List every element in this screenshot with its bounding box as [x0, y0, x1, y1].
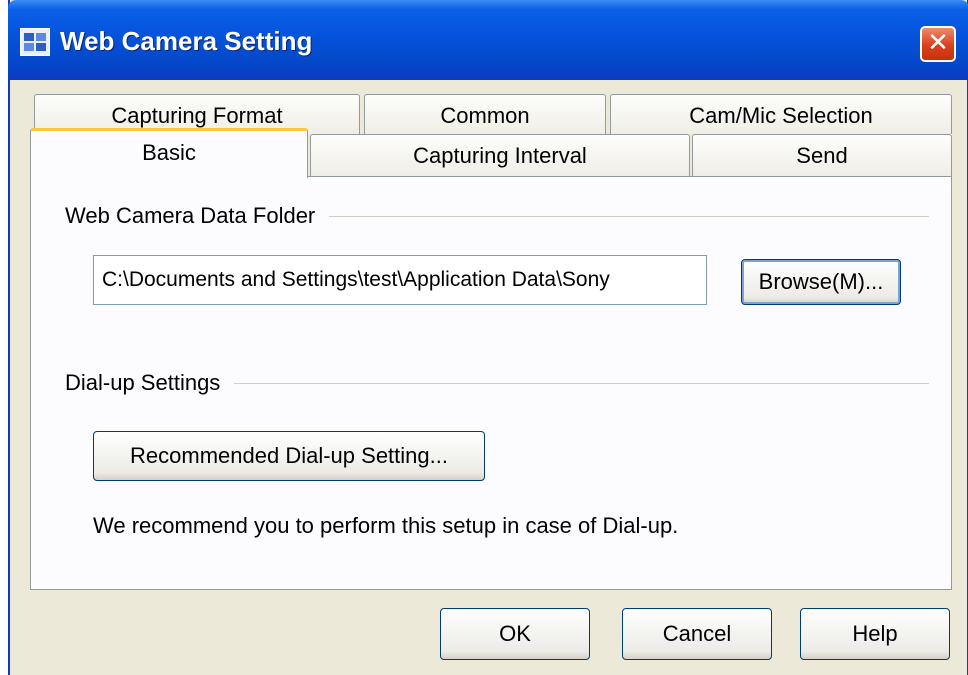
window-title: Web Camera Setting — [60, 26, 313, 56]
data-folder-group-label: Web Camera Data Folder — [65, 203, 330, 229]
cancel-button[interactable]: Cancel — [622, 608, 772, 660]
dialup-group-label: Dial-up Settings — [65, 370, 235, 396]
tab-common[interactable]: Common — [364, 94, 606, 134]
tab-send[interactable]: Send — [692, 134, 952, 176]
ok-button[interactable]: OK — [440, 608, 590, 660]
close-icon[interactable]: ✕ — [920, 26, 956, 62]
title-bar[interactable]: Web Camera Setting ✕ — [8, 0, 968, 80]
recommended-dialup-button[interactable]: Recommended Dial-up Setting... — [93, 431, 485, 481]
browse-button[interactable]: Browse(M)... — [741, 259, 901, 305]
web-camera-app-icon[interactable] — [20, 28, 50, 56]
tab-basic[interactable]: Basic — [30, 128, 308, 178]
help-button[interactable]: Help — [800, 608, 950, 660]
tab-capturing-interval[interactable]: Capturing Interval — [310, 134, 690, 176]
dialup-hint-text: We recommend you to perform this setup i… — [93, 513, 679, 538]
data-folder-path-field[interactable]: C:\Documents and Settings\test\Applicati… — [93, 255, 707, 305]
dialog-window: Web Camera Setting ✕ Capturing Format Co… — [8, 0, 968, 675]
tab-cam-mic-selection[interactable]: Cam/Mic Selection — [610, 94, 952, 134]
basic-tab-panel: Web Camera Data Folder C:\Documents and … — [30, 176, 952, 590]
